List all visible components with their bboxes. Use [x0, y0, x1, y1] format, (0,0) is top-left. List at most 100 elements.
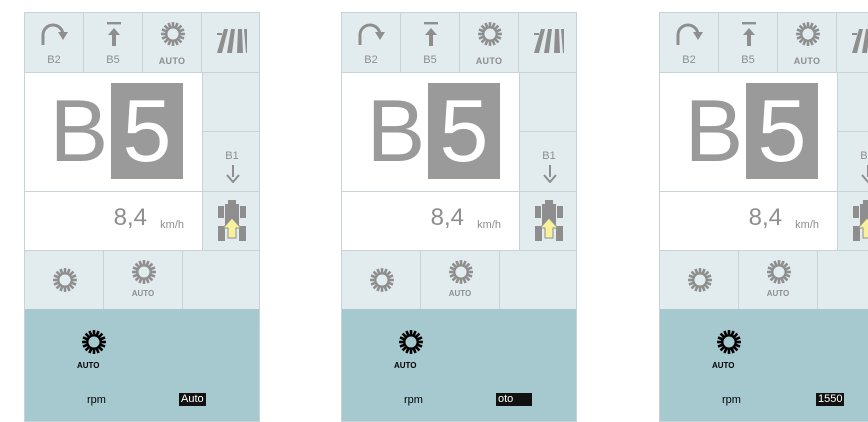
tractor-icon — [853, 200, 868, 241]
pto-manual-button[interactable] — [342, 251, 421, 310]
turn-right-arrow-icon — [41, 23, 68, 45]
gear-number: 5 — [111, 83, 183, 179]
speed-readout: 8,4 km/h — [660, 191, 837, 251]
gear-icon — [52, 267, 78, 293]
shift-b5-button[interactable]: B5 — [401, 13, 460, 73]
pto-manual-button[interactable] — [25, 251, 104, 310]
road-icon — [534, 29, 564, 53]
speed-value: 8,4 — [113, 204, 147, 231]
speed-unit: km/h — [795, 219, 819, 231]
empty-slot — [202, 73, 259, 132]
arrow-down-icon — [861, 165, 868, 183]
bottom-auto-label: AUTO — [394, 361, 417, 370]
turn-right-arrow-icon — [676, 23, 703, 45]
arrow-up-icon — [107, 22, 121, 46]
arrow-up-icon — [424, 22, 438, 46]
auto-shift-button[interactable]: AUTO — [143, 13, 202, 73]
pto-status-area: AUTO rpm Auto — [25, 309, 259, 421]
gear-auto-icon — [477, 21, 503, 47]
road-mode-button[interactable] — [519, 13, 576, 73]
rpm-value-field[interactable]: Auto — [179, 393, 206, 406]
pto-empty-slot — [183, 251, 259, 310]
gear-range-letter: B — [366, 81, 426, 180]
road-icon — [217, 29, 247, 53]
gear-auto-icon — [766, 259, 792, 285]
auto-shift-label: AUTO — [158, 56, 186, 66]
transmission-panel-2: B2 B5 AUTO B 5 B1 8,4 km/h AUTO AUTO rpm… — [341, 12, 577, 422]
gear-auto-icon — [160, 21, 186, 47]
pto-auto-label: AUTO — [131, 289, 155, 298]
road-mode-button[interactable] — [837, 13, 868, 73]
gear-icon — [687, 267, 713, 293]
tractor-forward-indicator[interactable] — [202, 191, 259, 250]
pto-auto-button[interactable]: AUTO — [739, 251, 818, 310]
pto-row: AUTO — [25, 250, 259, 310]
gear-range-letter: B — [684, 81, 744, 180]
pto-auto-label: AUTO — [766, 289, 790, 298]
bottom-auto-label: AUTO — [712, 361, 735, 370]
tractor-forward-indicator[interactable] — [519, 191, 576, 250]
auto-shift-button[interactable]: AUTO — [778, 13, 837, 73]
auto-shift-label: AUTO — [475, 56, 503, 66]
downshift-label: B1 — [860, 150, 868, 162]
pto-row: AUTO — [660, 250, 868, 310]
current-gear-display: B 5 — [342, 73, 519, 191]
downshift-b1-button[interactable]: B1 — [837, 132, 868, 191]
pto-empty-slot — [500, 251, 576, 310]
pto-status-area: AUTO rpm 1550 — [660, 309, 868, 421]
road-mode-button[interactable] — [202, 13, 259, 73]
shift-b5-label: B5 — [106, 54, 120, 66]
gear-number: 5 — [428, 83, 500, 179]
shift-b2-button[interactable]: B2 — [660, 13, 719, 73]
tractor-icon — [535, 200, 563, 241]
rpm-label: rpm — [87, 394, 106, 406]
downshift-b1-button[interactable]: B1 — [519, 132, 576, 191]
gear-auto-icon — [398, 329, 424, 355]
shift-b5-button[interactable]: B5 — [84, 13, 143, 73]
gear-number: 5 — [746, 83, 818, 179]
downshift-label: B1 — [225, 150, 239, 162]
speed-readout: 8,4 km/h — [25, 191, 202, 251]
transmission-panel-3: B2 B5 AUTO B 5 B1 8,4 — [659, 12, 868, 422]
bottom-auto-label: AUTO — [77, 361, 100, 370]
arrow-up-icon — [742, 22, 756, 46]
speed-unit: km/h — [160, 219, 184, 231]
transmission-panel-1: B2 B5 AUTO B 5 B1 8,4 km/h AUTO AUTO rpm… — [24, 12, 260, 422]
shift-b5-label: B5 — [741, 54, 755, 66]
empty-slot — [837, 73, 868, 132]
downshift-label: B1 — [542, 150, 556, 162]
auto-shift-button[interactable]: AUTO — [460, 13, 519, 73]
gear-auto-icon — [795, 21, 821, 47]
empty-slot — [519, 73, 576, 132]
gear-range-letter: B — [49, 81, 109, 180]
pto-manual-button[interactable] — [660, 251, 739, 310]
pto-auto-button[interactable]: AUTO — [421, 251, 500, 310]
current-gear-display: B 5 — [660, 73, 837, 191]
tractor-forward-indicator[interactable] — [837, 191, 868, 250]
auto-shift-label: AUTO — [793, 56, 821, 66]
current-gear-display: B 5 — [25, 73, 202, 191]
pto-empty-slot — [818, 251, 868, 310]
shift-b2-label: B2 — [364, 54, 378, 66]
arrow-down-icon — [543, 165, 557, 183]
rpm-label: rpm — [722, 394, 741, 406]
speed-unit: km/h — [477, 219, 501, 231]
rpm-label: rpm — [404, 394, 423, 406]
pto-auto-label: AUTO — [448, 289, 472, 298]
rpm-value-field[interactable]: 1550 — [816, 393, 845, 406]
gear-auto-icon — [448, 259, 474, 285]
shift-b5-button[interactable]: B5 — [719, 13, 778, 73]
shift-b5-label: B5 — [423, 54, 437, 66]
downshift-b1-button[interactable]: B1 — [202, 132, 259, 191]
speed-value: 8,4 — [748, 204, 782, 231]
road-icon — [852, 29, 868, 53]
pto-row: AUTO — [342, 250, 576, 310]
gear-auto-icon — [716, 329, 742, 355]
rpm-value-field[interactable]: oto — [496, 393, 532, 406]
gear-icon — [369, 267, 395, 293]
pto-auto-button[interactable]: AUTO — [104, 251, 183, 310]
shift-b2-button[interactable]: B2 — [342, 13, 401, 73]
shift-b2-button[interactable]: B2 — [25, 13, 84, 73]
turn-right-arrow-icon — [358, 23, 385, 45]
gear-auto-icon — [81, 329, 107, 355]
